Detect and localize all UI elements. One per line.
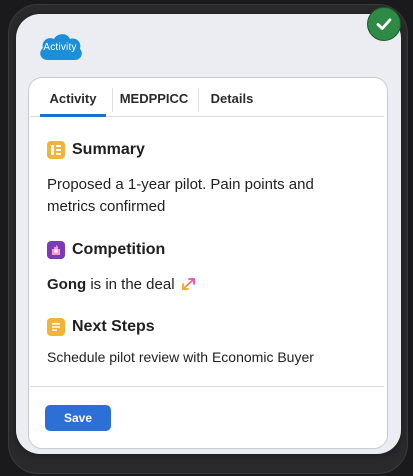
summary-text-line-2: metrics confirmed: [47, 198, 166, 215]
competition-text-suffix: is in the deal: [86, 276, 175, 293]
competition-icon: [47, 241, 65, 259]
competition-text: Gong is in the deal: [47, 274, 175, 296]
summary-text-line-1: Proposed a 1-year pilot. Pain points and: [47, 176, 314, 193]
footer-divider: [30, 386, 384, 387]
status-badge: [367, 7, 401, 41]
tab-separator: [198, 88, 199, 112]
tab-medppicc[interactable]: MEDPPICC: [114, 82, 194, 116]
tab-bar: Activity MEDPPICC Details: [30, 82, 384, 117]
expand-arrow-icon: [182, 278, 195, 290]
competitor-name: Gong: [47, 276, 87, 293]
next-steps-title: Next Steps: [72, 318, 155, 335]
save-button[interactable]: Save: [45, 405, 111, 431]
next-steps-text: Schedule pilot review with Economic Buye…: [47, 349, 314, 365]
activity-card: [28, 77, 388, 449]
tab-details[interactable]: Details: [202, 82, 262, 116]
cloud-logo-label: Activity: [43, 41, 77, 53]
summary-icon: [47, 141, 65, 159]
check-icon: [376, 18, 392, 30]
competition-title: Competition: [72, 241, 166, 258]
summary-title: Summary: [72, 141, 145, 158]
notes-icon: [47, 318, 65, 336]
tab-activity[interactable]: Activity: [40, 82, 106, 117]
tab-separator: [112, 88, 113, 112]
